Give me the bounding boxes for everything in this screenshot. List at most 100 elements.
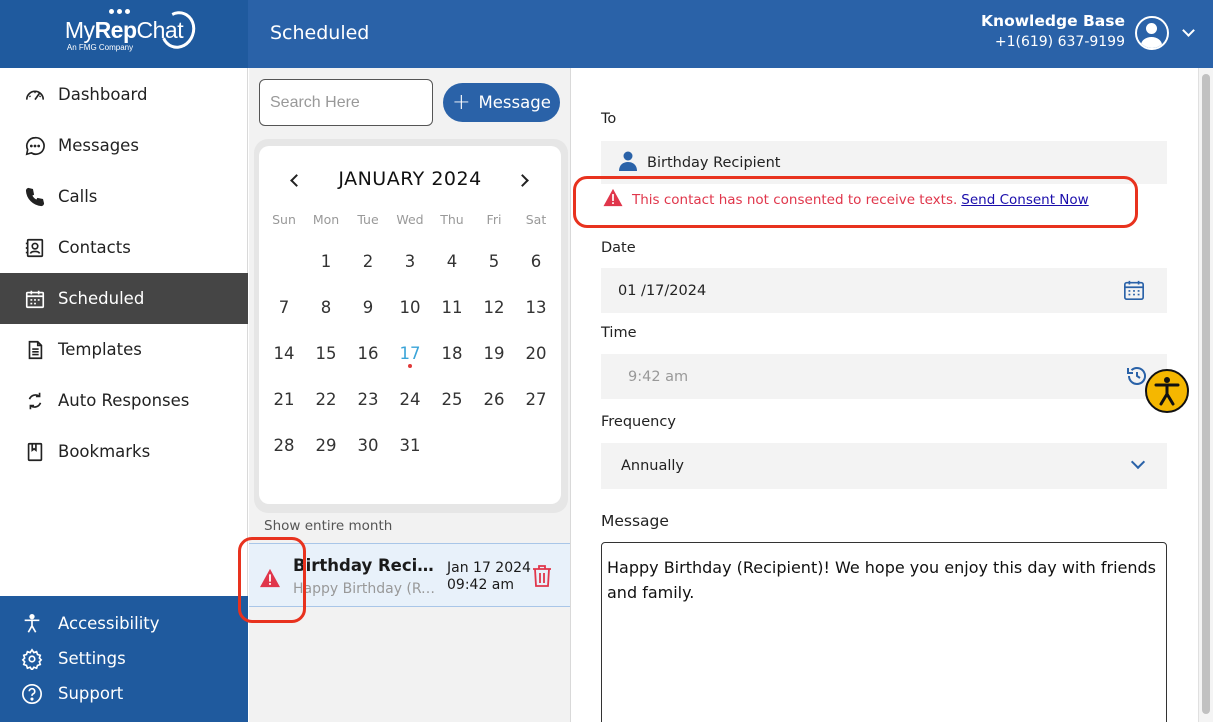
show-entire-month-link[interactable]: Show entire month (264, 518, 392, 534)
sidebar-item-messages[interactable]: Messages (0, 120, 248, 171)
user-phone: +1(619) 637-9199 (994, 34, 1125, 50)
calendar-day[interactable]: 11 (431, 284, 473, 330)
consent-warning-text: This contact has not consented to receiv… (632, 191, 958, 208)
page-title: Scheduled (270, 22, 370, 44)
plus-icon: + (452, 89, 471, 115)
calendar-day[interactable]: 21 (263, 376, 305, 422)
calendar-day[interactable]: 1 (305, 238, 347, 284)
message-textarea[interactable]: Happy Birthday (Recipient)! We hope you … (601, 542, 1167, 722)
time-value: 9:42 am (628, 368, 689, 385)
sidebar-item-label: Accessibility (58, 614, 160, 633)
help-icon (20, 682, 44, 706)
gauge-icon (24, 84, 46, 106)
user-info[interactable]: Knowledge Base +1(619) 637-9199 (981, 12, 1125, 50)
weekday-label: Sun (272, 212, 296, 227)
sidebar-item-settings[interactable]: Settings (0, 641, 248, 676)
calendar-day[interactable]: 7 (263, 284, 305, 330)
to-label: To (601, 111, 617, 127)
calendar-day[interactable]: 22 (305, 376, 347, 422)
avatar[interactable] (1135, 16, 1169, 50)
form-scrollbar[interactable] (1198, 68, 1213, 722)
calendar-day[interactable]: 12 (473, 284, 515, 330)
calendar-day[interactable]: 18 (431, 330, 473, 376)
calendar-day[interactable]: 13 (515, 284, 557, 330)
warning-triangle-icon (602, 188, 624, 211)
calendar-day[interactable]: 3 (389, 238, 431, 284)
calendar-day[interactable]: 8 (305, 284, 347, 330)
person-icon (619, 151, 637, 175)
accessibility-icon (1154, 376, 1179, 405)
sidebar-item-label: Calls (58, 187, 98, 206)
recipient-field[interactable]: Birthday Recipient (601, 141, 1167, 184)
chat-bubble-icon (24, 135, 46, 157)
calendar-day-today[interactable]: 17 (389, 330, 431, 376)
sidebar-item-support[interactable]: Support (0, 676, 248, 711)
trash-icon[interactable] (532, 565, 552, 591)
sidebar-item-label: Bookmarks (58, 442, 151, 461)
calendar-day[interactable]: 14 (263, 330, 305, 376)
calendar-day[interactable]: 31 (389, 422, 431, 468)
weekday-label: Wed (396, 212, 424, 227)
time-input[interactable]: 9:42 am (601, 354, 1167, 399)
calendar-day[interactable]: 30 (347, 422, 389, 468)
calendar-day[interactable]: 10 (389, 284, 431, 330)
frequency-select[interactable]: Annually (601, 443, 1167, 489)
accessibility-icon (20, 612, 44, 636)
calendar-day[interactable]: 24 (389, 376, 431, 422)
calendar-day[interactable]: 6 (515, 238, 557, 284)
sidebar-item-accessibility[interactable]: Accessibility (0, 606, 248, 641)
calendar-days: 1 2 3 4 5 6 7 8 9 10 11 12 13 14 15 16 17 18 19 20 21 22 23 24 2… (263, 238, 557, 468)
calendar-day[interactable]: 23 (347, 376, 389, 422)
date-value: 01 /17/2024 (618, 282, 707, 299)
sidebar-item-templates[interactable]: Templates (0, 324, 248, 375)
logo-dots (108, 8, 130, 14)
scrollbar-thumb[interactable] (1202, 74, 1210, 714)
sidebar-item-contacts[interactable]: Contacts (0, 222, 248, 273)
date-input[interactable]: 01 /17/2024 (601, 268, 1167, 313)
calendar-day[interactable]: 27 (515, 376, 557, 422)
calendar-day[interactable]: 16 (347, 330, 389, 376)
sidebar-item-scheduled[interactable]: Scheduled (0, 273, 248, 324)
calendar-day[interactable]: 5 (473, 238, 515, 284)
calendar-empty-cell (263, 238, 305, 284)
chevron-down-icon (1130, 454, 1146, 470)
calendar-day[interactable]: 9 (347, 284, 389, 330)
calendar-day[interactable]: 19 (473, 330, 515, 376)
calendar-day[interactable]: 28 (263, 422, 305, 468)
sidebar-item-bookmarks[interactable]: Bookmarks (0, 426, 248, 477)
sidebar-item-label: Scheduled (58, 289, 145, 308)
chevron-down-icon[interactable] (1182, 24, 1195, 37)
sidebar-item-label: Templates (58, 340, 142, 359)
user-name: Knowledge Base (981, 12, 1125, 30)
new-message-button[interactable]: + Message (443, 83, 560, 122)
gear-icon (20, 647, 44, 671)
calendar-day[interactable]: 25 (431, 376, 473, 422)
calendar-container: JANUARY 2024 Sun Mon Tue Wed Thu Fri Sat 12345… (254, 139, 568, 513)
calendar-day[interactable]: 29 (305, 422, 347, 468)
weekday-label: Sat (525, 212, 547, 227)
calendar-day[interactable]: 15 (305, 330, 347, 376)
weekday-label: Thu (440, 212, 464, 227)
sidebar-item-label: Settings (58, 649, 126, 668)
calendar-day[interactable]: 4 (431, 238, 473, 284)
sidebar: My Rep Chat An FMG Company Dashboard Messa… (0, 0, 248, 722)
sidebar-item-dashboard[interactable]: Dashboard (0, 69, 248, 120)
schedule-form: To Birthday Recipient This contact has n… (572, 68, 1198, 722)
list-item[interactable]: Birthday Recipient Happy Birthday (Recip… (249, 543, 570, 607)
brand-bar: My Rep Chat An FMG Company (0, 0, 248, 68)
calendar-day[interactable]: 20 (515, 330, 557, 376)
calendar-picker-icon[interactable] (1123, 279, 1145, 305)
sidebar-item-calls[interactable]: Calls (0, 171, 248, 222)
calendar-day[interactable]: 2 (347, 238, 389, 284)
scheduled-item-time: 09:42 am (447, 577, 515, 593)
weekday-label: Fri (486, 212, 502, 227)
search-input[interactable] (259, 79, 433, 126)
sidebar-item-auto-responses[interactable]: Auto Responses (0, 375, 248, 426)
sidebar-item-label: Auto Responses (58, 391, 190, 410)
calendar-day[interactable]: 26 (473, 376, 515, 422)
contact-card-icon (24, 237, 46, 259)
sidebar-item-label: Support (58, 684, 124, 703)
send-consent-link[interactable]: Send Consent Now (961, 192, 1088, 208)
myrepchat-logo[interactable]: My Rep Chat An FMG Company (65, 5, 201, 54)
accessibility-widget-button[interactable] (1145, 369, 1189, 413)
